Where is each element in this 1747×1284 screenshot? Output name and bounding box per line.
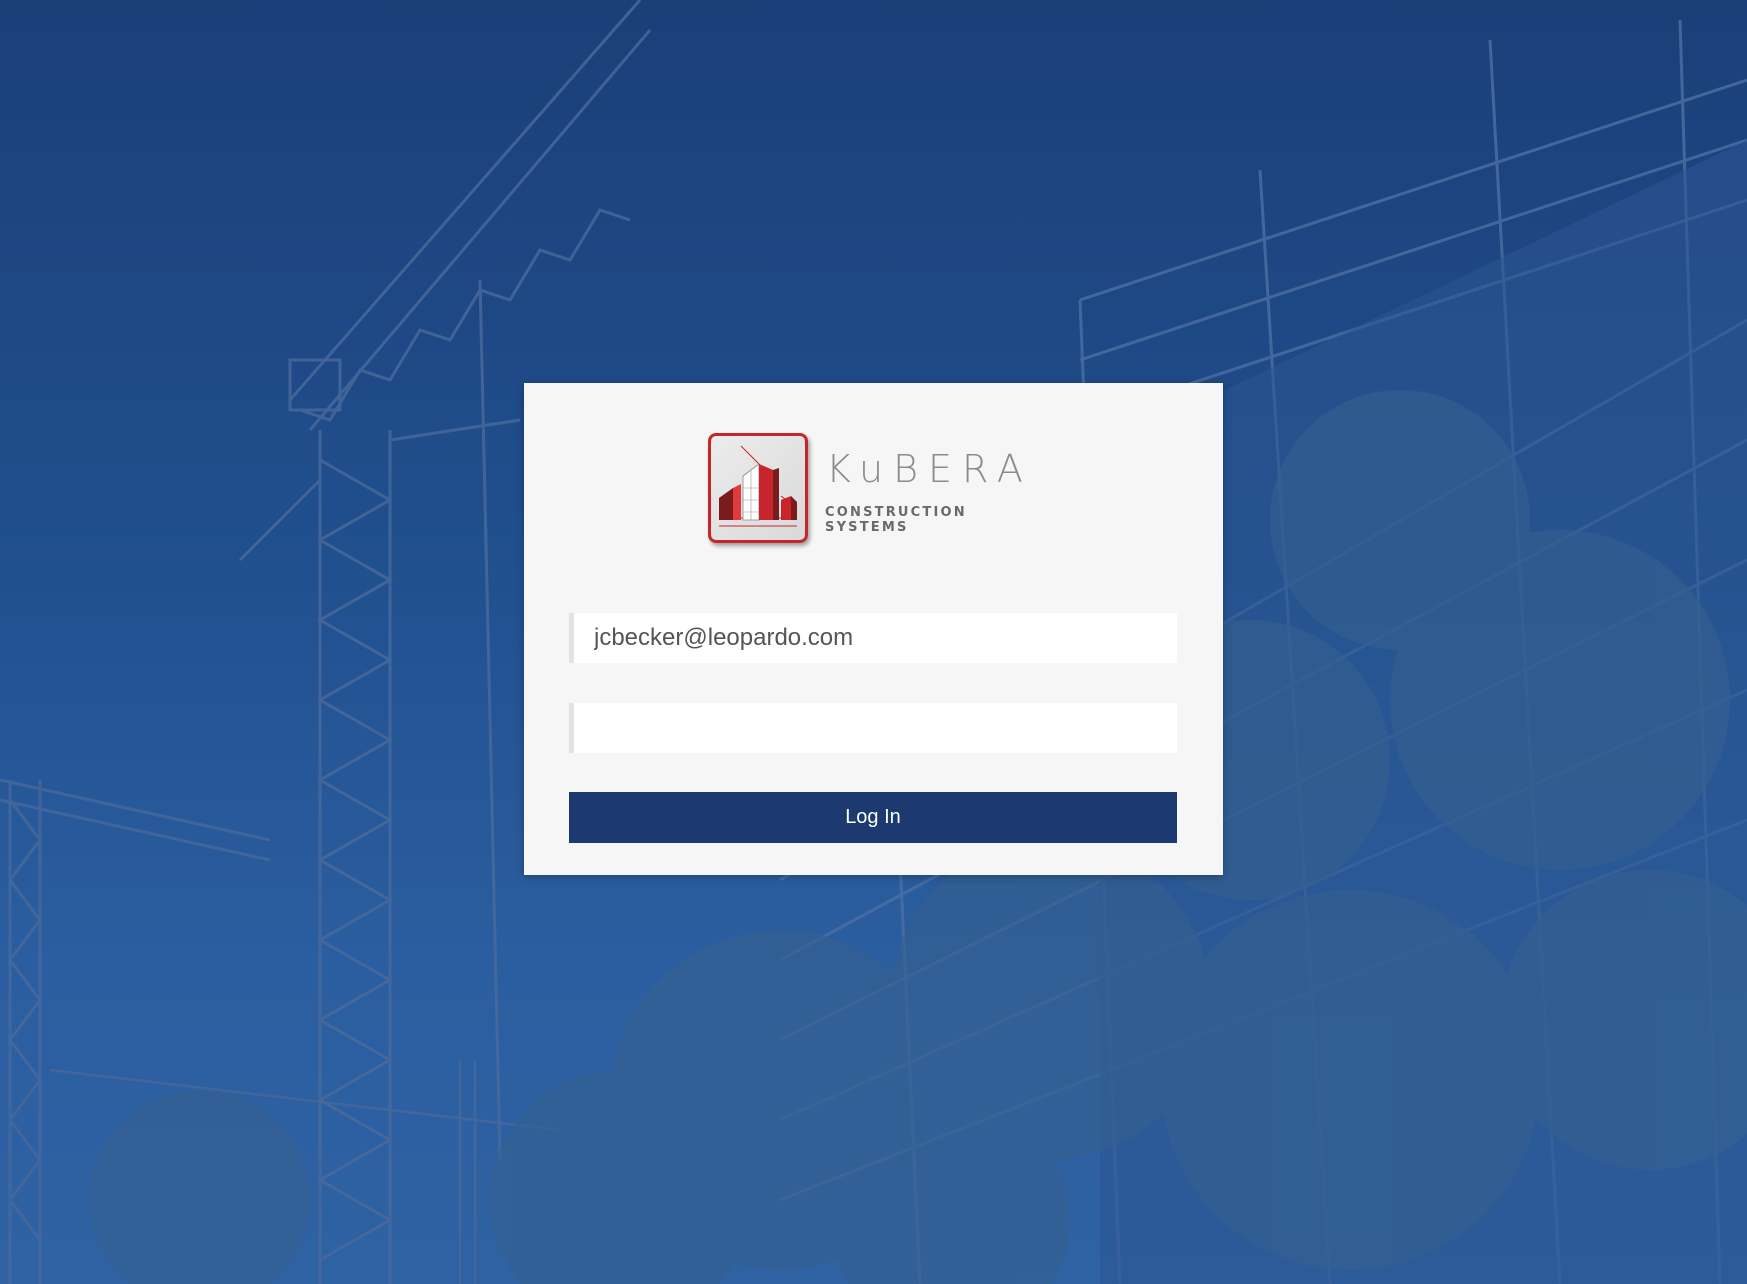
brand-logo: KuBERA CONSTRUCTION SYSTEMS — [708, 433, 1048, 543]
email-field[interactable] — [569, 613, 1177, 663]
building-logo-icon — [708, 433, 808, 543]
login-card: KuBERA CONSTRUCTION SYSTEMS Log In — [524, 383, 1223, 875]
log-in-button[interactable]: Log In — [569, 792, 1177, 843]
brand-tagline: CONSTRUCTION SYSTEMS — [825, 505, 967, 535]
password-field[interactable] — [569, 703, 1177, 753]
brand-wordmark: KuBERA — [826, 447, 1033, 491]
